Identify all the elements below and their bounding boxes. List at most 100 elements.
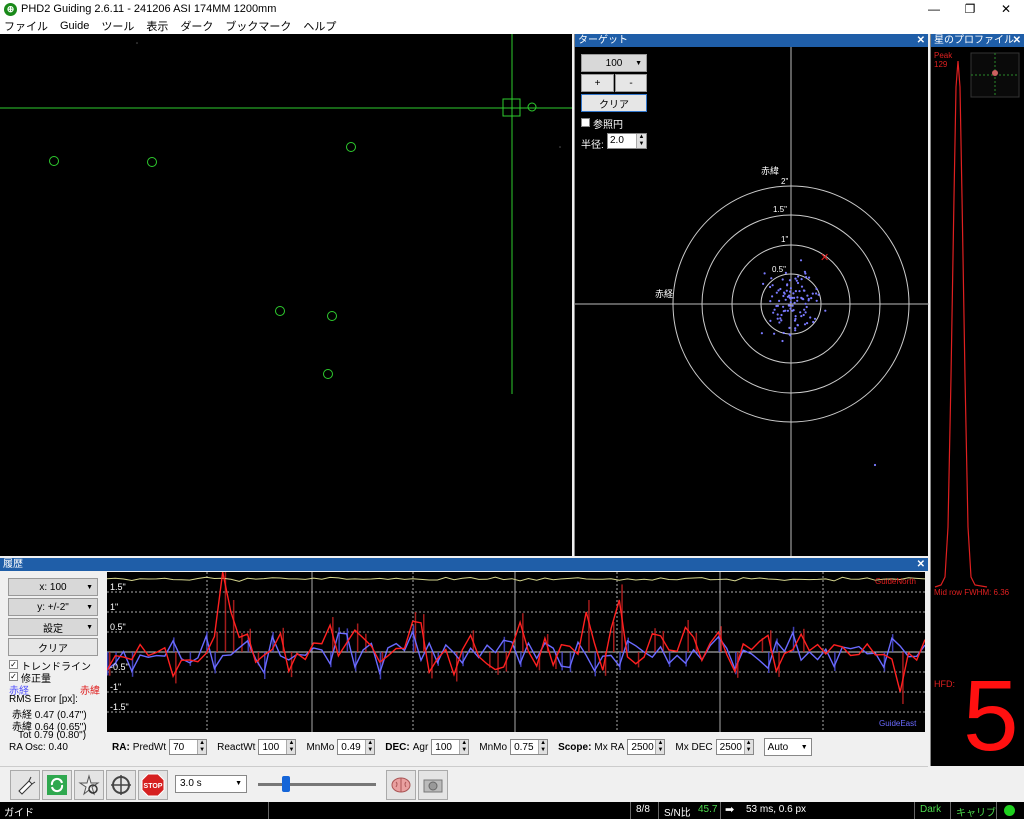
spinner-arrows-icon[interactable]: ▲ ▼ — [197, 740, 207, 754]
chevron-down-icon: ▼ — [800, 743, 808, 751]
guide-button[interactable] — [106, 770, 136, 800]
menu-darks[interactable]: ダーク — [180, 18, 213, 34]
guide-camera-view[interactable] — [0, 34, 572, 556]
corrections-checkbox[interactable]: ✓ — [9, 672, 18, 681]
ra-mnmo-value: 0.49 — [341, 741, 361, 753]
history-pane-header: 履歴 ✕ — [0, 558, 928, 571]
close-button[interactable]: ✕ — [988, 0, 1024, 18]
correction-bar — [497, 652, 499, 675]
ring-label-1: 1" — [781, 235, 788, 244]
scatter-point — [770, 277, 773, 280]
scatter-point — [805, 305, 808, 309]
mxra-label: Mx RA — [594, 741, 625, 753]
scatter-point — [791, 296, 794, 299]
scatter-point — [783, 291, 786, 294]
status-divider — [658, 802, 659, 819]
menu-tools[interactable]: ツール — [101, 18, 134, 34]
menu-guide[interactable]: Guide — [60, 20, 89, 32]
spinner-arrows-icon[interactable]: ▲ ▼ — [365, 740, 375, 754]
connect-button[interactable] — [10, 770, 40, 800]
mxdec-input[interactable]: 2500 ▲ ▼ — [715, 739, 754, 755]
stop-button[interactable]: STOP — [138, 770, 168, 800]
scatter-point — [802, 313, 805, 317]
dec-mode-select[interactable]: Auto ▼ — [763, 738, 812, 756]
scatter-point — [777, 289, 780, 292]
profile-pane-title: 星のプロファイル — [934, 35, 1014, 46]
ring-label-0-5: 0.5" — [772, 265, 786, 274]
main-toolbar: STOP 3.0 s ▼ — [0, 766, 928, 802]
menu-file[interactable]: ファイル — [4, 18, 48, 34]
spinner-arrows-icon[interactable]: ▲ ▼ — [538, 740, 548, 754]
profile-pane-header: 星のプロファイル ✕ — [931, 34, 1024, 47]
star-marker — [49, 156, 59, 166]
gamma-slider-thumb[interactable] — [282, 776, 290, 792]
scatter-point — [824, 309, 827, 312]
guide-pulse: 53 ms, 0.6 px — [746, 804, 807, 815]
history-graph[interactable]: 1.5" 1" 0.5" -0.5" -1" -1.5" GuideNorth … — [106, 548, 929, 732]
star-marker — [147, 157, 157, 167]
scatter-point — [773, 332, 776, 335]
predwt-input[interactable]: 70 ▲ ▼ — [169, 739, 208, 755]
scatter-point — [815, 287, 818, 290]
menu-help[interactable]: ヘルプ — [303, 18, 336, 34]
y-label-neg-1-5: -1.5" — [110, 702, 129, 712]
spinner-arrows-icon[interactable]: ▲ ▼ — [743, 740, 753, 754]
scatter-point — [794, 315, 797, 318]
camera-settings-button[interactable] — [418, 770, 448, 800]
history-settings-label: 設定 — [43, 623, 63, 635]
target-pane-close-icon[interactable]: ✕ — [917, 34, 925, 47]
scatter-point — [776, 304, 779, 307]
scatter-point — [780, 313, 783, 317]
mxra-value: 2500 — [631, 741, 654, 753]
hfd-value: 5 — [963, 660, 1019, 766]
loop-button[interactable] — [42, 770, 72, 800]
scatter-point — [807, 299, 810, 302]
scatter-point — [788, 294, 791, 297]
brain-icon — [391, 777, 411, 793]
star-count: 8/8 — [636, 804, 650, 815]
history-y-scale-select[interactable]: y: +/-2" ▼ — [8, 598, 98, 616]
menu-bookmarks[interactable]: ブックマーク — [225, 18, 291, 34]
gamma-slider-track[interactable] — [258, 783, 376, 786]
history-clear-button[interactable]: クリア — [8, 638, 98, 656]
spinner-arrows-icon[interactable]: ▲ ▼ — [655, 740, 665, 754]
profile-pane-close-icon[interactable]: ✕ — [1013, 34, 1021, 47]
maximize-button[interactable]: ❐ — [952, 0, 988, 18]
minimize-button[interactable]: — — [916, 0, 952, 18]
history-settings-button[interactable]: 設定 ▼ — [8, 618, 98, 636]
status-divider — [268, 802, 269, 819]
correction-bar — [637, 652, 640, 668]
agr-input[interactable]: 100 ▲ ▼ — [431, 739, 470, 755]
scatter-point — [804, 311, 807, 314]
reactwt-input[interactable]: 100 ▲ ▼ — [258, 739, 297, 755]
scatter-point — [796, 323, 799, 327]
correction-bar — [232, 600, 235, 652]
dec-mode-value: Auto — [767, 741, 789, 753]
menu-view[interactable]: 表示 — [146, 18, 168, 34]
trendline-checkbox[interactable]: ✓ — [9, 660, 18, 669]
history-pane-close-icon[interactable]: ✕ — [917, 558, 925, 571]
auto-select-star-button[interactable] — [74, 770, 104, 800]
scatter-point — [803, 308, 806, 311]
spinner-arrows-icon[interactable]: ▲ ▼ — [459, 740, 469, 754]
spinner-arrows-icon[interactable]: ▲ ▼ — [286, 740, 296, 754]
menu-bar: ファイル Guide ツール 表示 ダーク ブックマーク ヘルプ — [0, 18, 1024, 34]
dec-mnmo-input[interactable]: 0.75 ▲ ▼ — [510, 739, 549, 755]
scatter-point — [811, 292, 814, 295]
y-label-neg-1: -1" — [110, 682, 121, 692]
mxra-input[interactable]: 2500 ▲ ▼ — [627, 739, 666, 755]
dec-mnmo-label: MnMo — [479, 741, 508, 753]
correction-bar — [561, 652, 563, 671]
ra-mnmo-input[interactable]: 0.49 ▲ ▼ — [337, 739, 376, 755]
scatter-point — [786, 283, 789, 286]
brain-button[interactable] — [386, 770, 416, 800]
scatter-point — [788, 326, 791, 329]
reactwt-value: 100 — [262, 741, 280, 753]
scatter-point — [803, 289, 806, 292]
history-x-scale-select[interactable]: x: 100 ▼ — [8, 578, 98, 596]
status-indicator-icon — [1004, 805, 1015, 816]
exposure-select[interactable]: 3.0 s ▼ — [175, 775, 247, 793]
predwt-value: 70 — [173, 741, 185, 753]
camera-icon — [423, 779, 443, 793]
scatter-point — [779, 287, 782, 291]
